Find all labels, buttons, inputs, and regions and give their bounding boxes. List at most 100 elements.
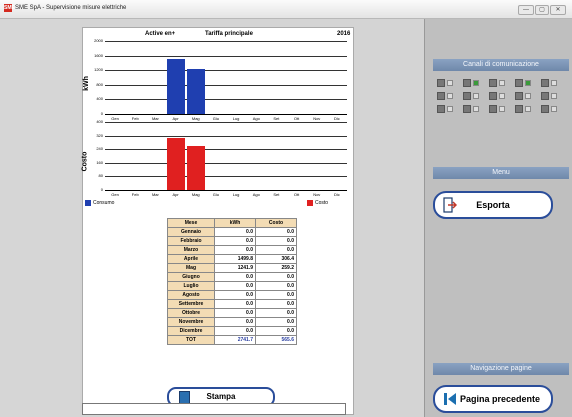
y-tick-label: 160: [96, 160, 103, 165]
y-tick-label: 2000: [94, 38, 103, 43]
export-button[interactable]: Esporta: [433, 191, 553, 219]
x-tick-label: Dic: [334, 116, 340, 121]
total-cost: 565.6: [255, 335, 297, 345]
month-cell: Mag: [167, 263, 215, 273]
header-mode: Active en+: [145, 31, 176, 37]
month-cell: Settembre: [167, 299, 215, 309]
y-tick-label: 800: [96, 82, 103, 87]
kwh-cell: 0.0: [214, 326, 256, 336]
window-title: SME SpA - Supervisione misure elettriche: [15, 5, 127, 11]
gridline: [105, 85, 347, 86]
x-tick-label: Mar: [151, 116, 159, 121]
cost-cell: 0.0: [255, 281, 297, 291]
cost-cell: 0.0: [255, 299, 297, 309]
kwh-cell: 0.0: [214, 281, 256, 291]
cost-cell: 0.0: [255, 308, 297, 318]
legend-costo: Costo: [307, 200, 328, 206]
table-row: Febbraio 0.0 0.0: [167, 236, 297, 246]
gridline: [105, 136, 347, 137]
cost-cell: 0.0: [255, 317, 297, 327]
table-row: Dicembre 0.0 0.0: [167, 326, 297, 336]
channel-indicator: [515, 79, 533, 87]
x-axis: [105, 190, 347, 191]
x-tick-label: Ago: [252, 192, 260, 197]
col-header-month: Mese: [167, 218, 215, 228]
bar-mag: [186, 145, 205, 190]
x-tick-label: Set: [273, 192, 280, 197]
x-tick-label: Gen: [111, 116, 119, 121]
y-tick-label: 320: [96, 133, 103, 138]
kwh-cell: 0.0: [214, 317, 256, 327]
table-row: Mag 1241.9 259.2: [167, 263, 297, 273]
y-tick-label: 400: [96, 96, 103, 101]
minimize-button[interactable]: —: [518, 5, 534, 15]
x-tick-label: Apr: [172, 116, 179, 121]
channel-indicator: [463, 92, 481, 100]
col-header-cost: Costo: [255, 218, 297, 228]
cost-cell: 306.4: [255, 254, 297, 264]
table-row: Luglio 0.0 0.0: [167, 281, 297, 291]
channel-indicator: [437, 79, 455, 87]
cost-cell: 0.0: [255, 236, 297, 246]
channel-indicator: [489, 105, 507, 113]
gridline: [105, 149, 347, 150]
month-cell: Ottobre: [167, 308, 215, 318]
bar-apr: [166, 59, 185, 114]
bar-mag: [186, 68, 205, 114]
month-cell: Gennaio: [167, 227, 215, 237]
x-axis: [105, 114, 347, 115]
y-tick-label: 0: [100, 187, 103, 192]
previous-page-label: Pagina precedente: [459, 394, 541, 404]
month-cell: Aprile: [167, 254, 215, 264]
y-tick-label: 1600: [94, 53, 103, 58]
cost-cell: 0.0: [255, 326, 297, 336]
cost-cell: 259.2: [255, 263, 297, 273]
channel-indicator: [515, 105, 533, 113]
channel-indicator: [463, 105, 481, 113]
gridline: [105, 99, 347, 100]
kwh-cell: 0.0: [214, 227, 256, 237]
channel-indicator: [489, 79, 507, 87]
table-row: Settembre 0.0 0.0: [167, 299, 297, 309]
left-panel: [0, 19, 80, 417]
month-cell: Luglio: [167, 281, 215, 291]
channel-indicator: [541, 79, 559, 87]
status-box: [82, 403, 346, 415]
kwh-cell: 0.0: [214, 245, 256, 255]
export-icon: [443, 197, 457, 213]
monthly-table: Mese kWh Costo Gennaio 0.0 0.0 Febbraio 0.0 0…: [167, 218, 297, 345]
month-cell: Giugno: [167, 272, 215, 282]
month-cell: Febbraio: [167, 236, 215, 246]
export-label: Esporta: [476, 200, 510, 210]
header-year: 2016: [337, 31, 351, 37]
total-row: TOT 2741.7 565.6: [167, 335, 297, 345]
kwh-cell: 0.0: [214, 290, 256, 300]
channel-indicator: [515, 92, 533, 100]
table-row: Aprile 1499.8 306.4: [167, 254, 297, 264]
col-header-kwh: kWh: [214, 218, 256, 228]
kwh-cell: 0.0: [214, 299, 256, 309]
app-icon: SME: [4, 4, 15, 12]
gridline: [105, 70, 347, 71]
cost-cell: 0.0: [255, 272, 297, 282]
maximize-button[interactable]: ▢: [535, 5, 549, 15]
y-tick-label: 0: [100, 111, 103, 116]
bar-apr: [166, 137, 185, 190]
month-cell: Agosto: [167, 290, 215, 300]
previous-page-button[interactable]: Pagina precedente: [433, 385, 553, 413]
x-tick-label: Mag: [191, 192, 200, 197]
close-button[interactable]: ✕: [550, 5, 566, 15]
month-cell: Marzo: [167, 245, 215, 255]
kwh-cell: 1241.9: [214, 263, 256, 273]
table-row: Ottobre 0.0 0.0: [167, 308, 297, 318]
back-arrow-icon: [444, 393, 456, 405]
nav-header: Navigazione pagine: [433, 363, 569, 375]
table-row: Novembre 0.0 0.0: [167, 317, 297, 327]
x-tick-label: Giu: [212, 116, 220, 121]
month-cell: Dicembre: [167, 326, 215, 336]
cost-chart: 400 320 240 160 80 0 Gen Feb Mar Apr Mag Giu Lug Ago S…: [96, 119, 347, 197]
x-tick-label: Mar: [151, 192, 159, 197]
table-row: Gennaio 0.0 0.0: [167, 227, 297, 237]
channel-indicator: [437, 105, 455, 113]
cost-axis-label: Costo: [81, 151, 89, 172]
